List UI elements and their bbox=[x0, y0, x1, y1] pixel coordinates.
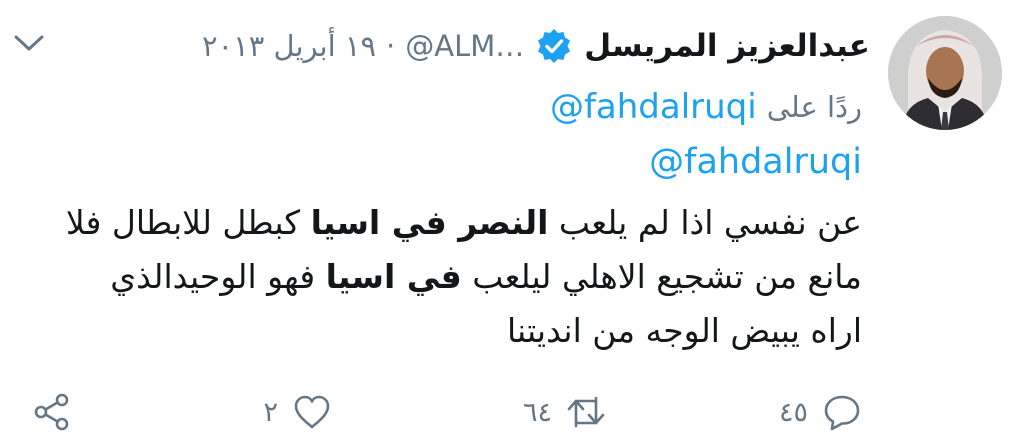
retweet-count: ٦٤ bbox=[522, 396, 552, 428]
tweet-text-segment: فهو الوحيدالذي bbox=[110, 257, 326, 296]
action-bar: ٤٥ ٦٤ ٢ bbox=[32, 386, 862, 438]
tweet-text-line: اراه يبيض الوجه من انديتنا bbox=[32, 304, 862, 358]
tweet-text-segment: اراه يبيض الوجه من انديتنا bbox=[506, 311, 862, 350]
replying-to: ردًا على @fahdalruqi bbox=[550, 84, 862, 130]
highlighted-keyword: في اسيا bbox=[325, 257, 462, 296]
verified-badge-icon bbox=[536, 28, 572, 64]
tweet-text-line: مانع من تشجيع الاهلي ليلعب في اسيا فهو ا… bbox=[32, 250, 862, 304]
author-handle[interactable]: @ALM… bbox=[405, 29, 524, 63]
tweet-text-segment: عن نفسي اذا لم يلعب bbox=[548, 203, 862, 242]
share-button[interactable] bbox=[32, 386, 72, 438]
share-icon bbox=[34, 393, 69, 431]
reply-icon bbox=[824, 395, 860, 431]
replying-user-link[interactable]: @fahdalruqi bbox=[550, 87, 757, 127]
mention-link[interactable]: @fahdalruqi bbox=[649, 142, 862, 190]
author-name[interactable]: عبدالعزيز المريسل bbox=[584, 28, 870, 64]
like-button[interactable]: ٢ bbox=[263, 386, 332, 438]
tweet-text-segment: مانع من تشجيع الاهلي ليلعب bbox=[461, 257, 862, 296]
retweet-button[interactable]: ٦٤ bbox=[523, 386, 606, 438]
chevron-down-icon[interactable] bbox=[12, 28, 46, 56]
replying-label: ردًا على bbox=[766, 90, 862, 124]
avatar[interactable] bbox=[888, 16, 1002, 130]
reply-button[interactable]: ٤٥ bbox=[779, 386, 862, 438]
tweet-text-line: عن نفسي اذا لم يلعب النصر في اسيا كبطل ل… bbox=[32, 196, 862, 250]
retweet-icon bbox=[567, 396, 605, 428]
tweet-text: عن نفسي اذا لم يلعب النصر في اسيا كبطل ل… bbox=[32, 196, 862, 358]
tweet-text-segment: كبطل للابطال فلا bbox=[65, 203, 311, 242]
heart-icon bbox=[294, 395, 330, 429]
reply-count: ٤٥ bbox=[778, 396, 808, 428]
tweet-date[interactable]: ١٩ أبريل ٢٠١٣ bbox=[202, 29, 376, 63]
separator-dot: · bbox=[386, 29, 396, 63]
tweet-header: عبدالعزيز المريسل @ALM… · ١٩ أبريل ٢٠١٣ bbox=[150, 20, 870, 72]
highlighted-keyword: النصر في اسيا bbox=[310, 203, 549, 242]
like-count: ٢ bbox=[263, 396, 278, 428]
